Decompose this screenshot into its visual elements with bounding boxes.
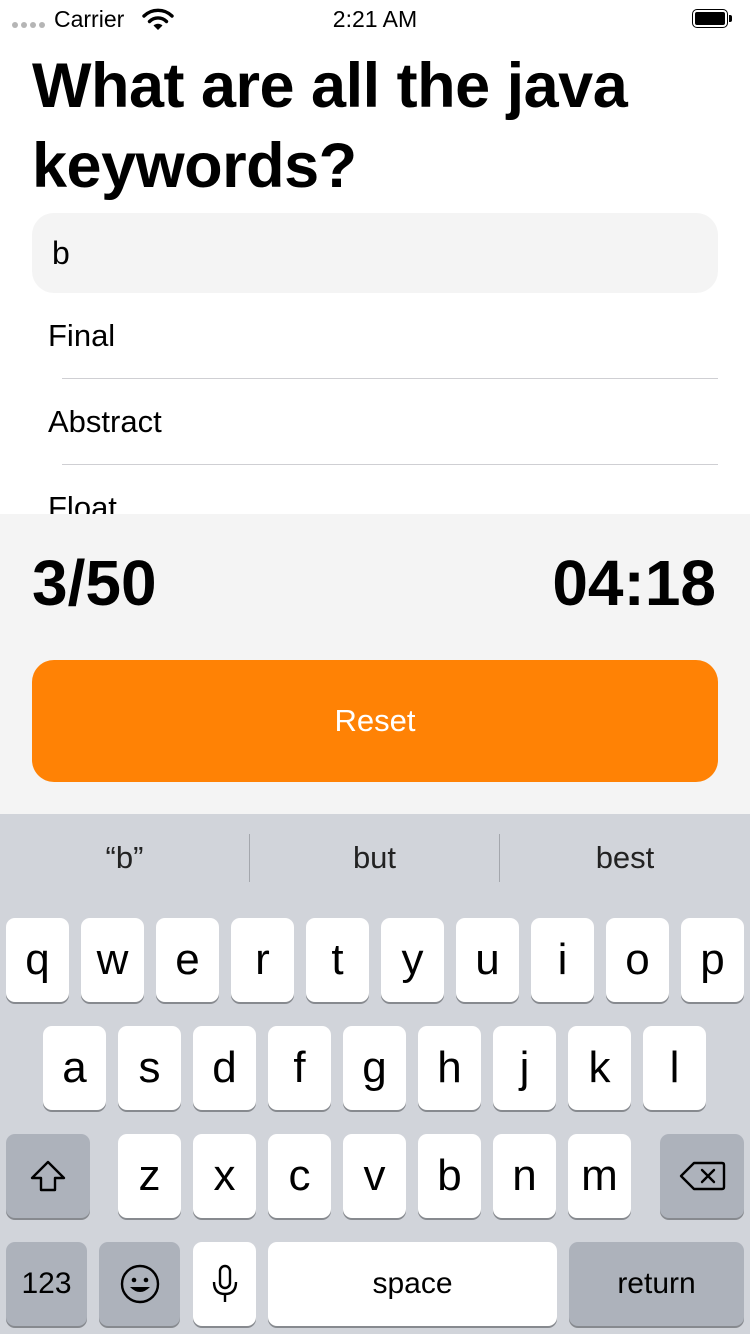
- clock: 2:21 AM: [332, 6, 418, 32]
- key-d[interactable]: d: [193, 1026, 256, 1110]
- numbers-key[interactable]: 123: [6, 1242, 87, 1326]
- list-item: Float: [0, 465, 750, 514]
- delete-key[interactable]: [660, 1134, 744, 1218]
- key-b[interactable]: b: [418, 1134, 481, 1218]
- suggestion-item[interactable]: but: [250, 814, 499, 902]
- answer-label: Float: [48, 490, 117, 514]
- key-v[interactable]: v: [343, 1134, 406, 1218]
- key-e[interactable]: e: [156, 918, 219, 1002]
- key-z[interactable]: z: [118, 1134, 181, 1218]
- suggestion-item[interactable]: “b”: [0, 814, 249, 902]
- key-j[interactable]: j: [493, 1026, 556, 1110]
- reset-button[interactable]: Reset: [32, 660, 718, 782]
- key-n[interactable]: n: [493, 1134, 556, 1218]
- key-s[interactable]: s: [118, 1026, 181, 1110]
- key-i[interactable]: i: [531, 918, 594, 1002]
- shift-key[interactable]: [6, 1134, 90, 1218]
- key-c[interactable]: c: [268, 1134, 331, 1218]
- key-u[interactable]: u: [456, 918, 519, 1002]
- answer-label: Final: [48, 318, 116, 353]
- quiz-title: What are all the java keywords?: [32, 51, 628, 201]
- emoji-icon: [120, 1264, 159, 1304]
- key-p[interactable]: p: [681, 918, 744, 1002]
- space-key[interactable]: space: [268, 1242, 557, 1326]
- key-h[interactable]: h: [418, 1026, 481, 1110]
- key-a[interactable]: a: [43, 1026, 106, 1110]
- microphone-icon: [212, 1264, 237, 1302]
- key-l[interactable]: l: [643, 1026, 706, 1110]
- key-g[interactable]: g: [343, 1026, 406, 1110]
- shift-icon: [30, 1160, 66, 1192]
- score-panel: 3/50 04:18 Reset: [0, 514, 750, 814]
- key-y[interactable]: y: [381, 918, 444, 1002]
- suggestion-item[interactable]: best: [500, 814, 750, 902]
- key-t[interactable]: t: [306, 918, 369, 1002]
- key-f[interactable]: f: [268, 1026, 331, 1110]
- answer-input[interactable]: [32, 213, 718, 293]
- key-m[interactable]: m: [568, 1134, 631, 1218]
- return-key[interactable]: return: [569, 1242, 744, 1326]
- list-item: Abstract: [0, 379, 750, 465]
- score-count: 3/50: [32, 547, 157, 619]
- status-bar: Carrier 2:21 AM: [0, 0, 750, 40]
- list-item: Final: [0, 293, 750, 379]
- keyboard: “b” but best q w e r t y u i o p a s d f…: [0, 814, 750, 1334]
- dictation-key[interactable]: [193, 1242, 256, 1326]
- answers-list[interactable]: Final Abstract Float: [0, 293, 750, 514]
- key-r[interactable]: r: [231, 918, 294, 1002]
- key-o[interactable]: o: [606, 918, 669, 1002]
- key-x[interactable]: x: [193, 1134, 256, 1218]
- countdown-timer: 04:18: [552, 547, 716, 619]
- battery-icon: [692, 9, 734, 30]
- suggestion-bar: “b” but best: [0, 814, 750, 902]
- backspace-icon: [679, 1161, 726, 1191]
- key-k[interactable]: k: [568, 1026, 631, 1110]
- key-w[interactable]: w: [81, 918, 144, 1002]
- answer-label: Abstract: [48, 404, 162, 439]
- emoji-key[interactable]: [99, 1242, 180, 1326]
- key-q[interactable]: q: [6, 918, 69, 1002]
